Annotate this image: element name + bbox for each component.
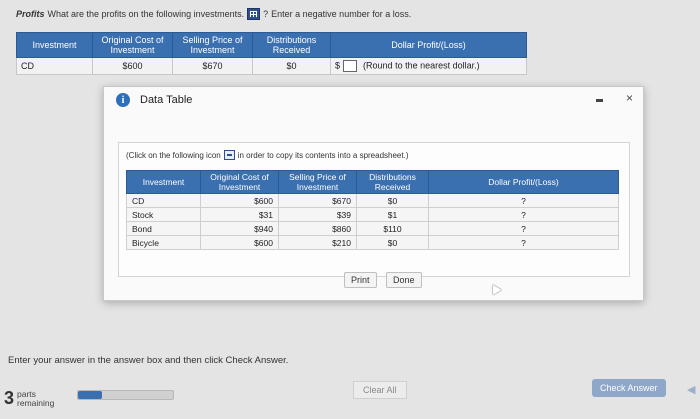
dt-cell-cost: $940	[200, 221, 279, 236]
next-arrow-icon[interactable]: ◀	[687, 383, 695, 396]
dt-cell-profit: ?	[428, 221, 619, 236]
header-investment: Investment	[16, 32, 93, 58]
table-row: Stock $31 $39 $1 ?	[126, 207, 619, 222]
dt-cell-cost: $600	[200, 193, 279, 208]
copy-note: (Click on the following icon in order to…	[126, 150, 408, 160]
question-table: Investment Original Cost of Investment S…	[16, 32, 527, 75]
table-row: Bicycle $600 $210 $0 ?	[126, 235, 619, 250]
dt-cell-dist: $1	[356, 207, 429, 222]
check-answer-button[interactable]: Check Answer	[592, 379, 666, 397]
dialog-content: (Click on the following icon in order to…	[118, 142, 630, 277]
header-dollar-profit-label: Dollar Profit/(Loss)	[391, 40, 466, 50]
info-icon: i	[116, 93, 130, 107]
dt-cell-dist: $0	[356, 235, 429, 250]
dt-cell-investment: Bond	[126, 221, 201, 236]
question-topic: Profits	[16, 9, 45, 19]
clear-all-button[interactable]: Clear All	[353, 381, 407, 399]
progress-bar	[77, 390, 174, 400]
cell-distributions: $0	[252, 57, 331, 75]
currency-symbol: $	[335, 60, 341, 71]
dt-cell-profit: ?	[428, 207, 619, 222]
dialog-title: Data Table	[140, 94, 193, 106]
dialog-header: i Data Table	[116, 93, 192, 107]
dt-header-distributions: Distributions Received	[356, 170, 429, 194]
parts-count: 3	[4, 388, 15, 408]
dt-cell-price: $670	[278, 193, 357, 208]
table-row: Bond $940 $860 $110 ?	[126, 221, 619, 236]
done-button[interactable]: Done	[386, 272, 422, 288]
dt-cell-dist: $110	[356, 221, 429, 236]
dt-cell-profit: ?	[428, 235, 619, 250]
dt-cell-cost: $31	[200, 207, 279, 222]
cell-original-cost: $600	[92, 57, 173, 75]
minimize-icon[interactable]	[596, 99, 603, 102]
header-selling-price: Selling Price of Investment	[172, 32, 253, 58]
question-prompt: What are the profits on the following in…	[47, 9, 245, 19]
dt-cell-profit: ?	[428, 193, 619, 208]
dt-cell-price: $860	[278, 221, 357, 236]
dt-header-original-cost: Original Cost of Investment	[200, 170, 279, 194]
header-distributions: Distributions Received	[252, 32, 331, 58]
round-note: (Round to the nearest dollar.)	[363, 60, 480, 71]
dt-cell-cost: $600	[200, 235, 279, 250]
dt-cell-price: $210	[278, 235, 357, 250]
header-original-cost: Original Cost of Investment	[92, 32, 173, 58]
dt-header-dollar-profit: Dollar Profit/(Loss)	[428, 170, 619, 194]
dt-cell-price: $39	[278, 207, 357, 222]
data-table-dialog: i Data Table × (Click on the following i…	[103, 86, 644, 301]
hint-mark: ?	[263, 9, 269, 19]
data-table-icon[interactable]	[247, 8, 261, 20]
answer-instruction: Enter your answer in the answer box and …	[8, 355, 289, 366]
header-dollar-profit: Dollar Profit/(Loss)	[330, 32, 527, 58]
dt-cell-investment: Stock	[126, 207, 201, 222]
dt-cell-investment: Bicycle	[126, 235, 201, 250]
data-table: Investment Original Cost of Investment S…	[126, 170, 619, 250]
dt-header-selling-price: Selling Price of Investment	[278, 170, 357, 194]
copy-note-before: (Click on the following icon	[126, 150, 221, 160]
print-button[interactable]: Print	[344, 272, 377, 288]
copy-note-after: in order to copy its contents into a spr…	[237, 150, 409, 160]
copy-to-spreadsheet-icon[interactable]	[223, 150, 235, 160]
table-row: CD $600 $670 $0 $ (Round to the nearest …	[16, 57, 527, 75]
dt-header-investment: Investment	[126, 170, 201, 194]
parts-remaining: 3 parts remaining	[4, 388, 54, 409]
table-row: CD $600 $670 $0 ?	[126, 193, 619, 208]
question-line: Profits What are the profits on the foll…	[16, 8, 411, 20]
cell-investment: CD	[16, 57, 93, 75]
dt-cell-investment: CD	[126, 193, 201, 208]
cell-selling-price: $670	[172, 57, 253, 75]
remaining-label: remaining	[17, 397, 55, 408]
question-note: Enter a negative number for a loss.	[271, 9, 412, 19]
dt-cell-dist: $0	[356, 193, 429, 208]
cell-profit-answer: $ (Round to the nearest dollar.)	[330, 57, 527, 75]
progress-fill	[78, 391, 102, 399]
close-icon[interactable]: ×	[626, 91, 633, 105]
profit-answer-input[interactable]	[342, 60, 357, 72]
